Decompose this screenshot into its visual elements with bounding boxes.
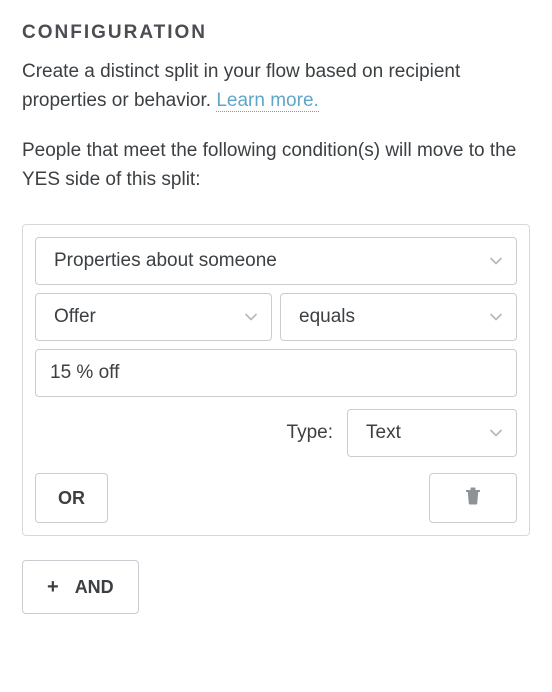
configuration-heading: CONFIGURATION <box>22 22 530 44</box>
or-button[interactable]: OR <box>35 473 108 523</box>
trash-icon <box>465 487 481 510</box>
chevron-down-icon <box>490 313 502 321</box>
configuration-description: Create a distinct split in your flow bas… <box>22 58 530 115</box>
condition-source-value: Properties about someone <box>54 250 277 272</box>
plus-icon: + <box>47 577 59 597</box>
condition-source-select[interactable]: Properties about someone <box>35 237 517 285</box>
type-select[interactable]: Text <box>347 409 517 457</box>
and-button-label: AND <box>75 577 114 598</box>
type-row: Type: Text <box>35 409 517 457</box>
chevron-down-icon <box>490 429 502 437</box>
value-input[interactable] <box>35 349 517 397</box>
and-button[interactable]: + AND <box>22 560 139 614</box>
condition-group: Properties about someone Offer equals Ty… <box>22 224 530 536</box>
operator-value: equals <box>299 306 355 328</box>
property-value: Offer <box>54 306 96 328</box>
type-value: Text <box>366 422 401 444</box>
condition-instruction: People that meet the following condition… <box>22 137 530 194</box>
chevron-down-icon <box>245 313 257 321</box>
chevron-down-icon <box>490 257 502 265</box>
type-label: Type: <box>287 422 333 444</box>
operator-select[interactable]: equals <box>280 293 517 341</box>
learn-more-link[interactable]: Learn more. <box>216 90 318 112</box>
property-select[interactable]: Offer <box>35 293 272 341</box>
delete-condition-button[interactable] <box>429 473 517 523</box>
